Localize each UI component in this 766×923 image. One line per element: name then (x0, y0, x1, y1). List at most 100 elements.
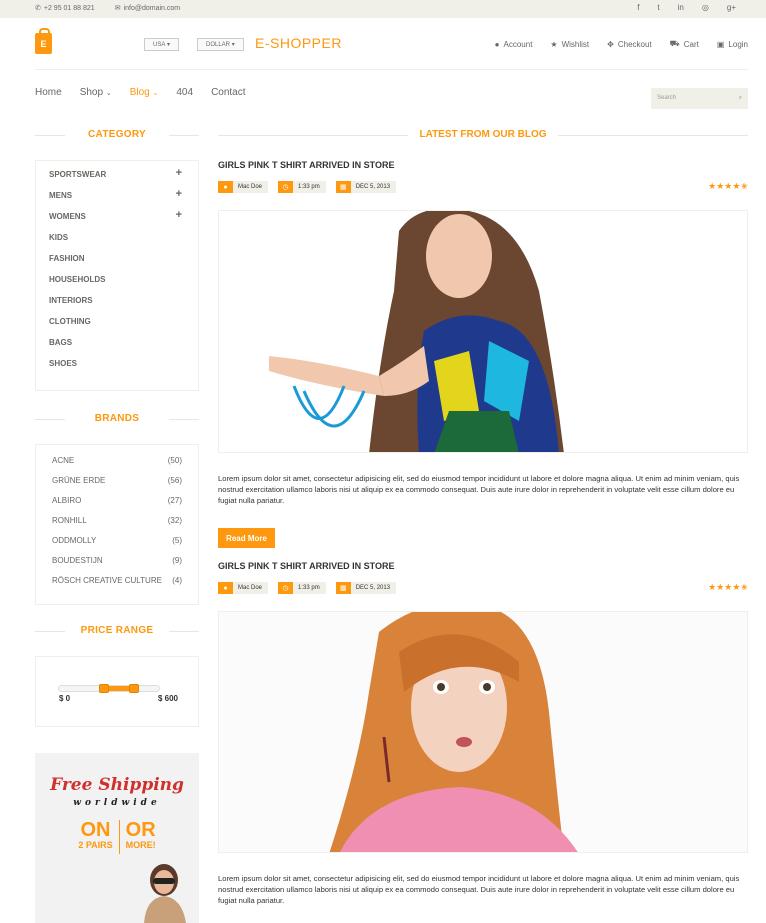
header: E E-SHOPPER USA ▾ DOLLAR ▾ ● Account ★ Wis… (35, 28, 748, 70)
login-link[interactable]: ▣ Login (717, 39, 748, 49)
category-item-fashion[interactable]: FASHION (49, 254, 198, 275)
chevron-down-icon: ▾ (167, 42, 171, 48)
brand-item[interactable]: RÖSCH CREATIVE CULTURE (4) (52, 576, 182, 596)
brand-item[interactable]: ALBIRO (27) (52, 496, 182, 516)
brand-count: (32) (167, 516, 182, 525)
checkout-link[interactable]: ✥ Checkout (607, 39, 652, 49)
account-menu: ● Account ★ Wishlist ✥ Checkout ⛟ Cart ▣ Logi… (495, 39, 748, 49)
post-image (218, 611, 748, 853)
email-contact[interactable]: ✉ info@domain.com (114, 4, 180, 13)
nav-home[interactable]: Home (35, 87, 62, 98)
brand-item[interactable]: ODDMOLLY (5) (52, 536, 182, 556)
brand-item[interactable]: GRÜNE ERDE (56) (52, 476, 182, 496)
brand-name: ODDMOLLY (52, 536, 97, 545)
twitter-icon[interactable]: t (657, 3, 659, 12)
price-slider-max-handle[interactable] (129, 684, 139, 693)
ad-subheadline: worldwide (73, 798, 161, 808)
dribbble-icon[interactable]: ◎ (702, 3, 709, 12)
search-input[interactable]: Search ⌕ (651, 88, 748, 109)
cart-link[interactable]: ⛟ Cart (670, 39, 699, 49)
user-icon: ● (218, 181, 233, 193)
linkedin-icon[interactable]: in (678, 3, 684, 12)
category-item-bags[interactable]: BAGS (49, 338, 198, 359)
cart-icon: ⛟ (669, 39, 680, 48)
shopping-bag-icon: E (35, 28, 52, 54)
category-item-clothing[interactable]: CLOTHING (49, 317, 198, 338)
post-date: ▦ DEC 5, 2013 (335, 181, 397, 193)
wishlist-link[interactable]: ★ Wishlist (550, 39, 589, 49)
envelope-icon: ✉ (114, 5, 121, 12)
country-dropdown[interactable]: USA ▾ (144, 38, 180, 51)
post-meta: ● Mac Doe ◷ 1:33 pm ▦ DEC 5, 2013 (218, 181, 397, 193)
facebook-icon[interactable]: f (637, 3, 639, 12)
nav-shop[interactable]: Shop ⌄ (80, 87, 112, 98)
category-item-households[interactable]: HOUSEHOLDS (49, 275, 198, 296)
calendar-icon: ▦ (335, 181, 351, 193)
search-placeholder: Search (657, 95, 677, 101)
ad-divider (118, 820, 120, 854)
phone-icon: ✆ (35, 5, 41, 12)
time-value: 1:33 pm (298, 585, 320, 591)
plus-icon[interactable]: + (176, 209, 182, 221)
account-link[interactable]: ● Account (495, 39, 533, 49)
ad-model-image (144, 864, 186, 923)
ad-more: MORE! (125, 840, 156, 850)
post-body: Lorem ipsum dolor sit amet, consectetur … (218, 874, 740, 905)
post-time: ◷ 1:33 pm (278, 582, 326, 594)
post-rating-stars: ★★★★✬ (708, 181, 748, 191)
post-title[interactable]: GIRLS PINK T SHIRT ARRIVED IN STORE (218, 561, 395, 571)
brand-count: (50) (167, 456, 182, 465)
cart-label: Cart (683, 39, 699, 49)
brand-count: (4) (172, 576, 182, 585)
category-panel: SPORTSWEAR + MENS + WOMENS + KIDS FASHION H… (35, 160, 199, 391)
brand-count: (56) (167, 476, 182, 485)
brand-count: (27) (167, 496, 182, 505)
price-min-label: $ 0 (59, 694, 71, 703)
price-slider[interactable] (58, 684, 160, 693)
brands-panel: ACNE (50) GRÜNE ERDE (56) ALBIRO (27) RONHI… (35, 444, 199, 605)
price-max-label: $ 600 (157, 694, 178, 703)
ad-or: OR (125, 819, 156, 841)
nav-blog[interactable]: Blog ⌄ (130, 87, 159, 98)
category-title: CATEGORY (35, 129, 199, 140)
brands-title: BRANDS (35, 413, 199, 424)
category-item-shoes[interactable]: SHOES (49, 359, 198, 380)
shipping-ad-banner[interactable]: Free Shipping worldwide ON 2 PAIRS OR MORE… (35, 753, 199, 923)
plus-icon[interactable]: + (176, 188, 182, 200)
nav-shop-label: Shop (79, 87, 104, 98)
chevron-down-icon: ⌄ (105, 90, 112, 97)
brand-item[interactable]: BOUDESTIJN (9) (52, 556, 182, 576)
price-range-title: PRICE RANGE (35, 625, 199, 636)
nav-404[interactable]: 404 (176, 87, 193, 98)
brand-item[interactable]: RONHILL (32) (52, 516, 182, 536)
post-meta: ● Mac Doe ◷ 1:33 pm ▦ DEC 5, 2013 (218, 582, 397, 594)
brand-item[interactable]: ACNE (50) (52, 456, 182, 476)
category-item-kids[interactable]: KIDS (49, 233, 198, 254)
post-body: Lorem ipsum dolor sit amet, consectetur … (218, 474, 740, 505)
logo[interactable]: E E-SHOPPER (35, 28, 341, 54)
currency-dropdown[interactable]: DOLLAR ▾ (197, 38, 244, 51)
contact-info: ✆ +2 95 01 88 821 ✉ info@domain.com (35, 4, 180, 13)
post-author: ● Mac Doe (218, 181, 269, 193)
chevron-down-icon: ▾ (231, 42, 235, 48)
google-plus-icon[interactable]: g+ (727, 3, 736, 12)
nav-contact[interactable]: Contact (211, 87, 245, 98)
account-label: Account (503, 39, 533, 49)
category-item-interiors[interactable]: INTERIORS (49, 296, 198, 317)
read-more-button[interactable]: Read More (218, 528, 275, 548)
post-title[interactable]: GIRLS PINK T SHIRT ARRIVED IN STORE (218, 160, 395, 170)
social-links: f t in ◎ g+ (637, 3, 736, 12)
brand-name: BOUDESTIJN (52, 556, 103, 565)
post-date: ▦ DEC 5, 2013 (335, 582, 397, 594)
top-bar: ✆ +2 95 01 88 821 ✉ info@domain.com f t in… (0, 0, 766, 18)
calendar-icon: ▦ (335, 582, 351, 594)
category-item-womens[interactable]: WOMENS + (49, 209, 198, 233)
phone-contact[interactable]: ✆ +2 95 01 88 821 (35, 4, 95, 13)
post-author: ● Mac Doe (218, 582, 269, 594)
ad-on: ON (80, 819, 111, 841)
plus-icon[interactable]: + (176, 167, 182, 179)
brand-count: (5) (172, 536, 182, 545)
price-slider-min-handle[interactable] (99, 684, 109, 693)
login-label: Login (728, 39, 748, 49)
ad-offer-left: ON 2 PAIRS (78, 820, 112, 854)
